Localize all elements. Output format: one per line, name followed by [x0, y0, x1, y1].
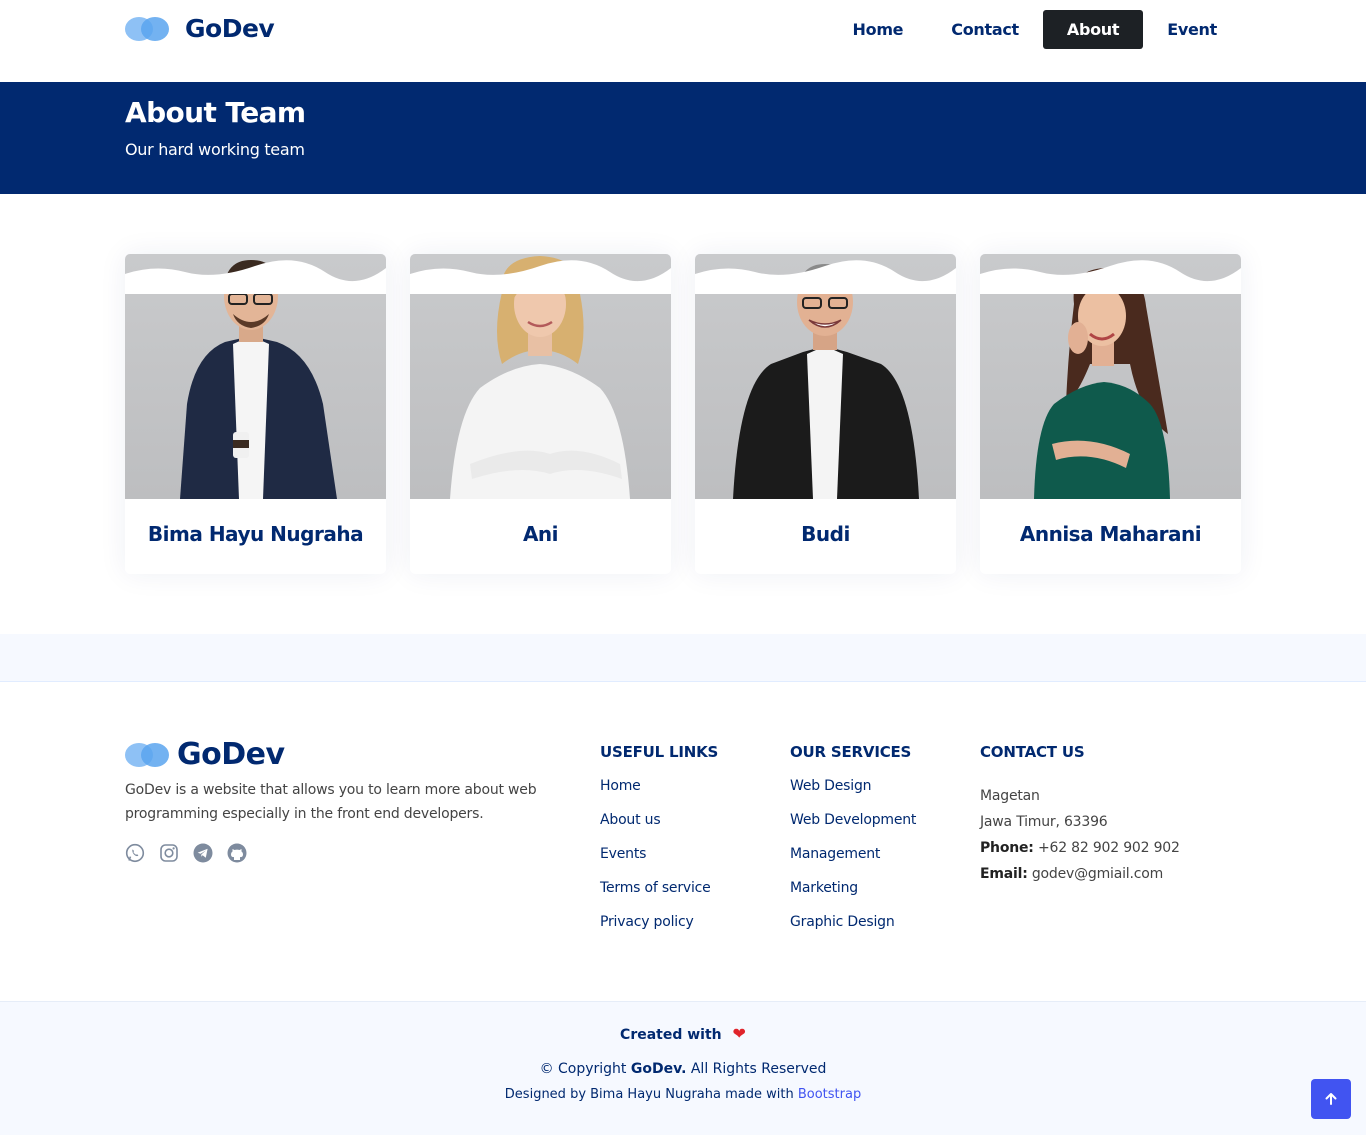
arrow-up-icon	[1325, 1093, 1337, 1105]
nav-event[interactable]: Event	[1143, 10, 1241, 49]
member-photo	[695, 254, 956, 499]
site-header: GoDev Home Contact About Event	[0, 0, 1366, 82]
useful-links-title: USEFUL LINKS	[600, 743, 719, 761]
whatsapp-icon[interactable]	[125, 843, 145, 863]
nav-home[interactable]: Home	[829, 10, 928, 49]
bootstrap-link[interactable]: Bootstrap	[798, 1087, 861, 1102]
useful-links: Home About us Events Terms of service Pr…	[600, 778, 711, 948]
credits: Designed by Bima Hayu Nugraha made with …	[0, 1087, 1366, 1102]
footer-link-terms[interactable]: Terms of service	[600, 880, 711, 914]
contact-phone: +62 82 902 902 902	[1037, 840, 1180, 856]
team-card[interactable]: Bima Hayu Nugraha	[125, 254, 386, 574]
footer-logo[interactable]: GoDev	[125, 737, 285, 772]
footer-link-privacy[interactable]: Privacy policy	[600, 914, 711, 948]
copyright-prefix: © Copyright	[539, 1061, 627, 1077]
service-marketing[interactable]: Marketing	[790, 880, 916, 914]
instagram-icon[interactable]	[159, 843, 179, 863]
created-with-text: Created with	[620, 1027, 722, 1043]
member-name: Bima Hayu Nugraha	[147, 522, 364, 546]
phone-label: Phone:	[980, 840, 1034, 856]
email-label: Email:	[980, 866, 1028, 882]
main-nav: Home Contact About Event	[829, 10, 1241, 49]
logo-icon	[125, 742, 169, 767]
github-icon[interactable]	[227, 843, 247, 863]
wave-shape	[410, 260, 671, 294]
member-name: Annisa Maharani	[1019, 522, 1202, 546]
service-management[interactable]: Management	[790, 846, 916, 880]
team-card[interactable]: Ani	[410, 254, 671, 574]
brand-name: GoDev	[185, 14, 275, 43]
contact-title: CONTACT US	[980, 743, 1085, 761]
social-links	[125, 843, 261, 863]
service-graphic-design[interactable]: Graphic Design	[790, 914, 916, 948]
brand-logo[interactable]: GoDev	[125, 14, 275, 43]
member-photo	[980, 254, 1241, 499]
wave-shape	[695, 260, 956, 294]
page-banner: About Team Our hard working team	[0, 82, 1366, 194]
nav-about[interactable]: About	[1042, 10, 1144, 49]
footer-description: GoDev is a website that allows you to le…	[125, 782, 537, 822]
services-title: OUR SERVICES	[790, 743, 912, 761]
member-name: Budi	[801, 522, 850, 546]
member-photo	[410, 254, 671, 499]
service-web-design[interactable]: Web Design	[790, 778, 916, 812]
copyright-suffix: All Rights Reserved	[690, 1061, 827, 1077]
heart-icon: ❤	[732, 1024, 746, 1043]
telegram-icon[interactable]	[193, 843, 213, 863]
page-title: About Team	[125, 96, 306, 129]
contact-email: godev@gmiail.com	[1031, 866, 1164, 882]
team-card[interactable]: Budi	[695, 254, 956, 574]
footer-brand-name: GoDev	[177, 737, 285, 772]
copyright-brand: GoDev.	[630, 1061, 687, 1077]
team-card[interactable]: Annisa Maharani	[980, 254, 1241, 574]
logo-icon	[125, 16, 169, 41]
service-web-development[interactable]: Web Development	[790, 812, 916, 846]
page-subtitle: Our hard working team	[125, 140, 305, 159]
newsletter-strip	[0, 634, 1366, 682]
created-with: Created with ❤	[0, 1024, 1366, 1043]
footer-link-events[interactable]: Events	[600, 846, 711, 880]
wave-shape	[125, 260, 386, 294]
contact-info: Magetan Jawa Timur, 63396 Phone: +62 82 …	[980, 783, 1180, 887]
footer-bottom: Created with ❤ © Copyright GoDev. All Ri…	[0, 1001, 1366, 1135]
designed-by-text: Designed by Bima Hayu Nugraha made with	[504, 1087, 794, 1102]
team-section: Bima Hayu Nugraha Ani Budi Annisa Mahara…	[0, 194, 1366, 634]
footer-link-about[interactable]: About us	[600, 812, 711, 846]
back-to-top-button[interactable]	[1311, 1079, 1351, 1119]
member-name: Ani	[522, 522, 559, 546]
wave-shape	[980, 260, 1241, 294]
contact-region: Jawa Timur, 63396	[980, 814, 1108, 830]
footer-link-home[interactable]: Home	[600, 778, 711, 812]
nav-contact[interactable]: Contact	[927, 10, 1043, 49]
member-photo	[125, 254, 386, 499]
footer: GoDev GoDev is a website that allows you…	[0, 683, 1366, 1001]
services-links: Web Design Web Development Management Ma…	[790, 778, 916, 948]
copyright: © Copyright GoDev. All Rights Reserved	[0, 1061, 1366, 1077]
contact-city: Magetan	[980, 788, 1040, 804]
